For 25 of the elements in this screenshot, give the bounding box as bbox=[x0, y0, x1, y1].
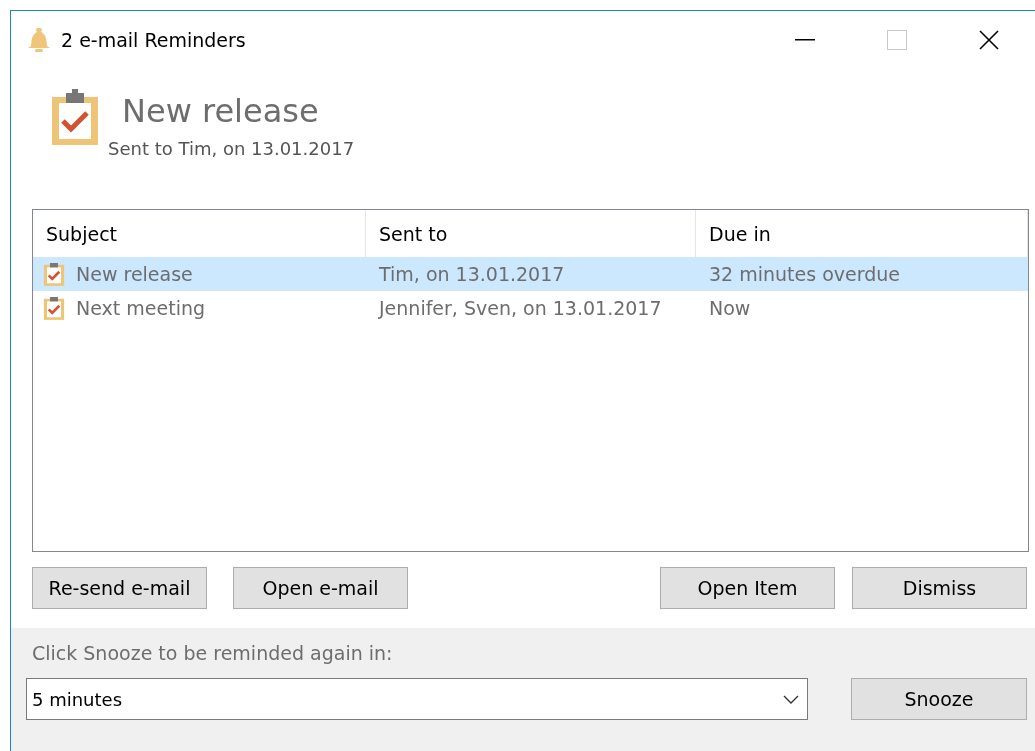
action-button[interactable]: Open Item bbox=[660, 567, 835, 609]
subject-text: Next meeting bbox=[76, 297, 206, 319]
action-button[interactable]: Dismiss bbox=[852, 567, 1027, 609]
due-in-cell-text: 32 minutes overdue bbox=[708, 263, 901, 285]
reminder-title: New release bbox=[122, 92, 320, 130]
close-icon[interactable] bbox=[979, 30, 999, 50]
chevron-down-icon bbox=[783, 694, 799, 704]
reminder-row[interactable]: New release Tim, on 13.01.2017 32 minutes overdue bbox=[33, 257, 1028, 291]
sent-to-cell-text: Tim, on 13.01.2017 bbox=[378, 263, 566, 285]
minimize-icon[interactable] bbox=[795, 39, 815, 41]
snooze-label: Click Snooze to be reminded again in: bbox=[32, 642, 394, 664]
window-title: 2 e-mail Reminders bbox=[61, 29, 247, 51]
clipboard-check-icon bbox=[43, 261, 65, 287]
sent-to-cell-text: Jennifer, Sven, on 13.01.2017 bbox=[377, 297, 663, 319]
clipboard-check-icon bbox=[50, 89, 100, 147]
reminder-subtitle: Sent to Tim, on 13.01.2017 bbox=[108, 138, 355, 159]
action-button[interactable]: Re-send e-mail bbox=[32, 567, 207, 609]
snooze-button[interactable]: Snooze bbox=[851, 678, 1027, 720]
reminder-row[interactable]: Next meeting Jennifer, Sven, on 13.01.2017 Now bbox=[33, 291, 1028, 325]
due-in-cell-text: Now bbox=[708, 297, 752, 319]
bell-icon bbox=[27, 27, 51, 53]
action-button[interactable]: Open e-mail bbox=[233, 567, 408, 609]
subject-text: New release bbox=[76, 263, 193, 285]
snooze-dropdown[interactable]: 5 minutes bbox=[26, 678, 808, 720]
clipboard-check-icon bbox=[43, 295, 65, 321]
